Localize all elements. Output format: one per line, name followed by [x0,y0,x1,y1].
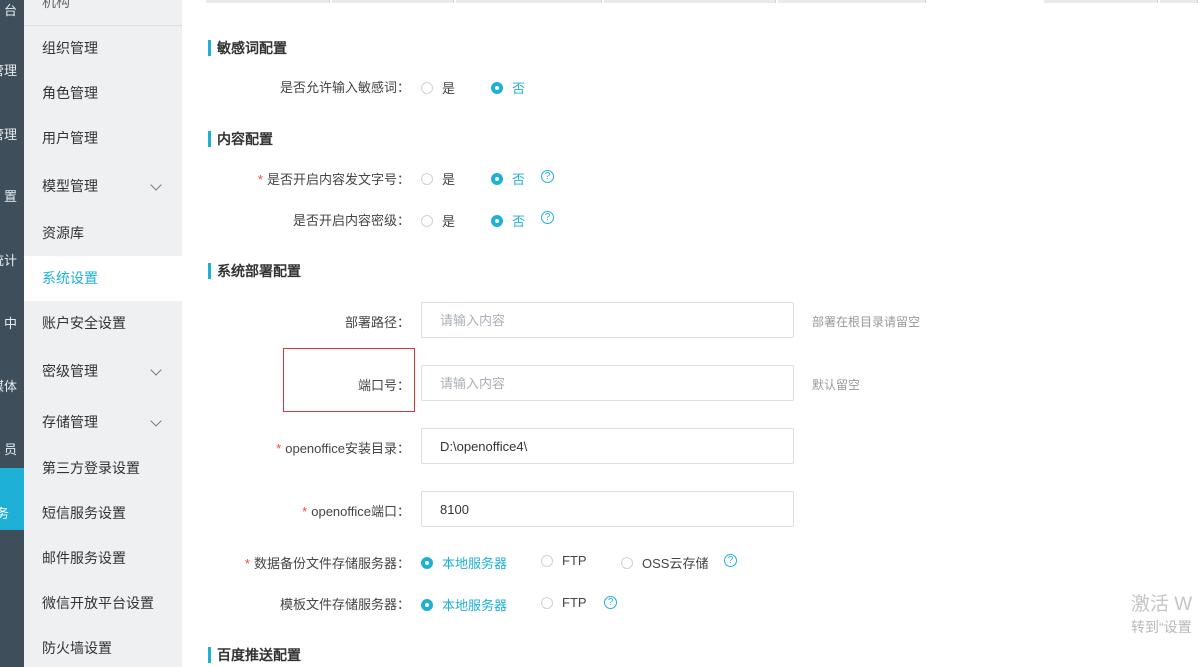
sidebar-item-firewall[interactable]: 防火墙设置 [24,626,182,667]
required-mark: * [257,172,263,187]
sidebar-item-email[interactable]: 邮件服务设置 [24,536,182,581]
rail-item[interactable]: 管理 [0,60,24,80]
required-mark: * [244,556,250,571]
help-icon[interactable]: ? [604,596,617,609]
sidebar: 机构 组织管理 角色管理 用户管理 模型管理 资源库 系统设置 账户安全设置 密… [24,0,182,667]
section-title-sensitive: 敏感词配置 [208,40,287,56]
chevron-down-icon [150,364,162,376]
activation-watermark: 激活 W [1131,594,1193,615]
rail-item[interactable]: 置 [0,186,24,206]
radio-dot [421,172,433,185]
tab[interactable] [1160,0,1198,3]
required-mark: * [302,504,308,519]
radio-dot [421,214,433,227]
radio-backup-oss[interactable]: OSS云存储 [621,553,708,572]
radio-secret-level-no[interactable]: 否 [491,211,525,230]
field-label-allow-sensitive: 是否允许输入敏感词： [279,80,410,95]
tab[interactable] [332,0,454,3]
help-icon[interactable]: ? [541,211,554,224]
sidebar-item-sms[interactable]: 短信服务设置 [24,491,182,536]
radio-doc-number-yes[interactable]: 是 [421,169,455,188]
radio-backup-ftp[interactable]: FTP [541,553,587,568]
radio-allow-sensitive-yes[interactable]: 是 [421,78,455,97]
sidebar-item-resources[interactable]: 资源库 [24,211,182,256]
sidebar-item-users[interactable]: 用户管理 [24,116,182,161]
rail-item-active-label: 务 [0,506,9,521]
field-label-backup-storage: * 数据备份文件存储服务器： [244,556,410,571]
rail-item[interactable]: 台 [0,0,24,20]
tab[interactable] [456,0,602,3]
field-label-port: 端口号： [357,378,410,393]
radio-dot [491,81,503,94]
chevron-down-icon [150,415,162,427]
radio-dot [491,214,503,227]
openoffice-port-input[interactable] [421,491,794,527]
radio-allow-sensitive-no[interactable]: 否 [491,78,525,97]
required-mark: * [276,441,282,456]
rail-item[interactable]: 中 [0,313,24,333]
radio-dot [541,554,553,567]
help-icon[interactable]: ? [724,554,737,567]
radio-secret-level-yes[interactable]: 是 [421,211,455,230]
sidebar-item-storage[interactable]: 存储管理 [24,400,182,445]
radio-dot [491,172,503,185]
port-hint: 默认留空 [812,378,861,392]
radio-dot [541,596,553,609]
field-label-openoffice-port: * openoffice端口： [302,504,410,519]
radio-template-ftp[interactable]: FTP [541,595,587,610]
port-input[interactable] [421,365,794,401]
field-label-secret-level: 是否开启内容密级： [292,213,410,228]
sidebar-item-third-party-login[interactable]: 第三方登录设置 [24,446,182,491]
sidebar-item-account-security[interactable]: 账户安全设置 [24,301,182,346]
field-label-template-storage: 模板文件存储服务器： [279,597,410,612]
deploy-path-hint: 部署在根目录请留空 [812,315,921,329]
sidebar-item-system-settings[interactable]: 系统设置 [24,256,182,301]
radio-backup-local[interactable]: 本地服务器 [421,553,507,572]
sidebar-item-cut[interactable]: 机构 [42,0,70,12]
radio-dot [421,598,433,611]
sidebar-item-wechat[interactable]: 微信开放平台设置 [24,581,182,626]
sidebar-item-org[interactable]: 组织管理 [24,26,182,71]
tab[interactable] [604,0,776,3]
rail-item[interactable]: 媒体 [0,376,24,396]
rail-item[interactable]: 统计 [0,250,24,270]
sidebar-item-roles[interactable]: 角色管理 [24,71,182,116]
tab[interactable] [778,0,926,3]
section-title-baidu: 百度推送配置 [208,647,301,663]
field-label-doc-number: * 是否开启内容发文字号： [257,172,410,187]
radio-dot [421,556,433,569]
rail-item[interactable]: 管理 [0,124,24,144]
section-title-deploy: 系统部署配置 [208,263,301,279]
radio-dot [621,556,633,569]
help-icon[interactable]: ? [541,170,554,183]
sidebar-item-models[interactable]: 模型管理 [24,164,182,209]
radio-template-local[interactable]: 本地服务器 [421,595,507,614]
tab[interactable] [1044,0,1158,3]
tab[interactable] [206,0,330,3]
deploy-path-input[interactable] [421,302,794,338]
activation-watermark-sub: 转到“设置 [1131,619,1192,635]
tab-strip [206,0,1198,4]
radio-dot [421,81,433,94]
radio-doc-number-no[interactable]: 否 [491,169,525,188]
sidebar-item-secret-levels[interactable]: 密级管理 [24,349,182,394]
field-label-deploy-path: 部署路径： [344,315,410,330]
field-label-openoffice-dir: * openoffice安装目录： [276,441,410,456]
section-title-content: 内容配置 [208,131,273,147]
rail-item[interactable]: 员 [0,439,24,459]
openoffice-dir-input[interactable] [421,428,794,464]
primary-rail: 台 管理 管理 置 统计 中 媒体 员 务 [0,0,24,667]
chevron-down-icon [150,179,162,191]
